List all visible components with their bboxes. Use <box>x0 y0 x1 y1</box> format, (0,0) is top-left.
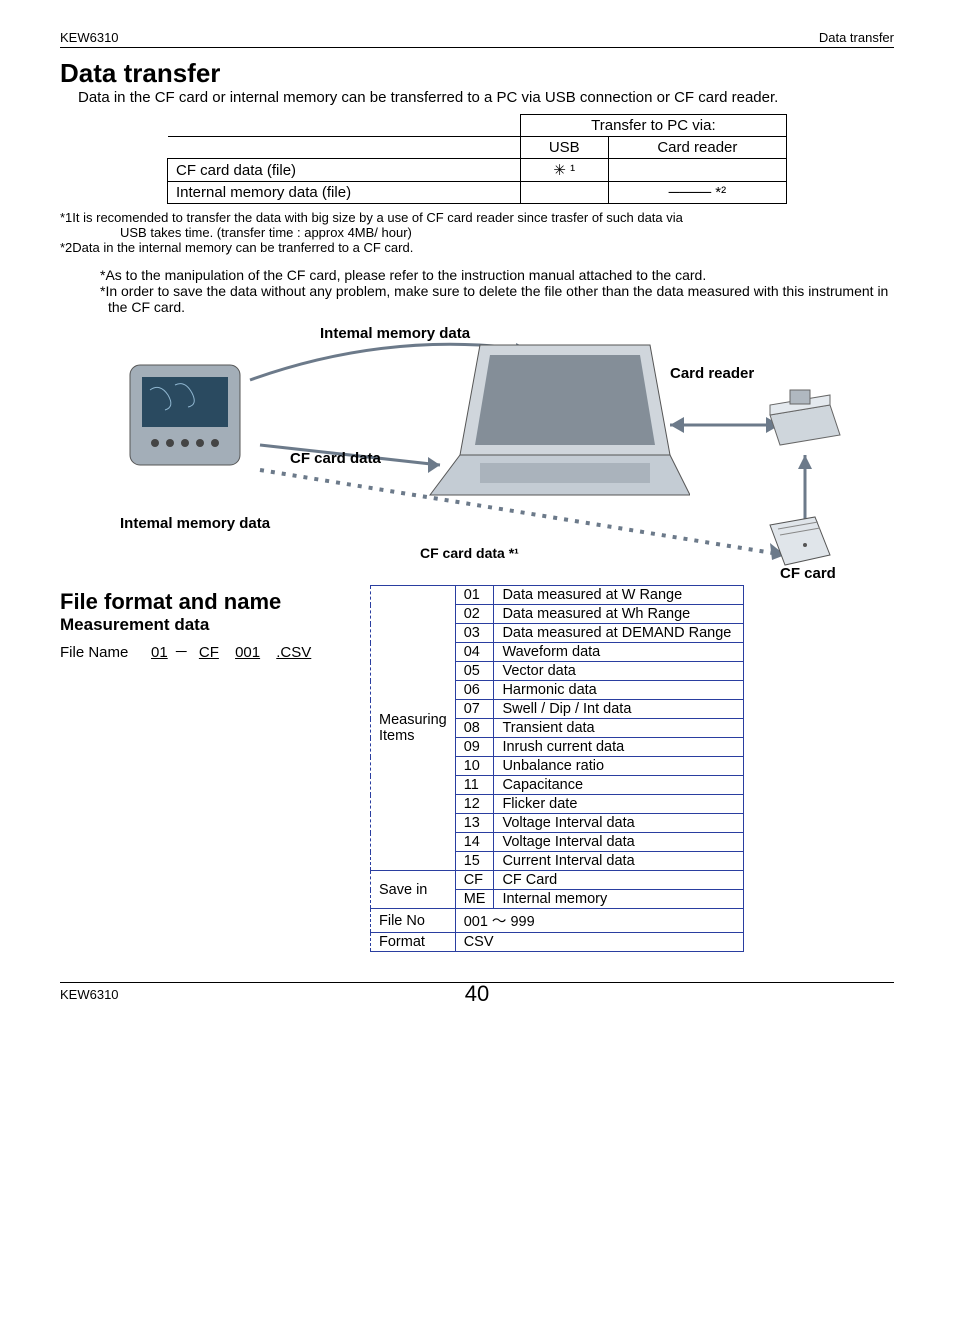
mi-03-code: 03 <box>455 624 494 643</box>
mi-12-code: 12 <box>455 795 494 814</box>
mi-11-desc: Capacitance <box>494 776 744 795</box>
mi-11-code: 11 <box>455 776 494 795</box>
fn-label: File Name <box>60 644 128 661</box>
mi-14-desc: Voltage Interval data <box>494 833 744 852</box>
row2-reader: ──── *² <box>608 182 786 204</box>
fileno-label: File No <box>371 909 456 933</box>
lbl-cfdata-bottom: CF card data *¹ <box>420 545 519 561</box>
file-format-heading: File format and name <box>60 589 350 615</box>
transfer-table: Transfer to PC via: USB Card reader CF c… <box>167 114 787 204</box>
fn-part3: 001 <box>235 644 260 661</box>
file-name-example: File Name 01－ CF 001 .CSV <box>60 641 350 662</box>
save-cf-desc: CF Card <box>494 871 744 890</box>
mi-15-desc: Current Interval data <box>494 852 744 871</box>
mi-03-desc: Data measured at DEMAND Range <box>494 624 744 643</box>
title: Data transfer <box>60 58 894 89</box>
mi-05-desc: Vector data <box>494 662 744 681</box>
measuring-items-table: Measuring Items 01 Data measured at W Ra… <box>370 585 744 952</box>
mi-07-desc: Swell / Dip / Int data <box>494 700 744 719</box>
page-header: KEW6310 Data transfer <box>60 30 894 48</box>
col-reader: Card reader <box>608 137 786 159</box>
fn-part1: 01 <box>151 644 168 661</box>
mi-01-desc: Data measured at W Range <box>494 586 744 605</box>
save-me-desc: Internal memory <box>494 890 744 909</box>
save-cf-code: CF <box>455 871 494 890</box>
fn-part2: CF <box>199 644 219 661</box>
card-reader-icon <box>760 385 850 455</box>
mi-15-code: 15 <box>455 852 494 871</box>
transfer-head: Transfer to PC via: <box>520 115 786 137</box>
mi-04-desc: Waveform data <box>494 643 744 662</box>
lbl-intmem-bottom: Intemal memory data <box>120 515 270 532</box>
fn-part4: .CSV <box>276 644 311 661</box>
page-number: 40 <box>465 981 489 1007</box>
mi-01-code: 01 <box>455 586 494 605</box>
lbl-cfdata: CF card data <box>290 450 381 467</box>
fileno-val: 001 ～ 999 <box>455 909 744 933</box>
mi-07-code: 07 <box>455 700 494 719</box>
mi-12-desc: Flicker date <box>494 795 744 814</box>
format-label: Format <box>371 933 456 952</box>
mi-09-desc: Inrush current data <box>494 738 744 757</box>
diagram: Intemal memory data CF card data Intemal… <box>60 325 894 585</box>
mi-13-desc: Voltage Interval data <box>494 814 744 833</box>
mi-08-desc: Transient data <box>494 719 744 738</box>
footer-left: KEW6310 <box>60 987 119 1002</box>
mi-09-code: 09 <box>455 738 494 757</box>
measurement-data-heading: Measurement data <box>60 615 350 635</box>
mi-14-code: 14 <box>455 833 494 852</box>
note1b: USB takes time. (transfer time : approx … <box>120 225 894 240</box>
noteB: *In order to save the data without any p… <box>100 283 894 315</box>
save-me-code: ME <box>455 890 494 909</box>
note2: *2Data in the internal memory can be tra… <box>60 240 894 255</box>
row1-reader <box>608 159 786 182</box>
lbl-intmem-top: Intemal memory data <box>320 325 470 342</box>
mi-10-desc: Unbalance ratio <box>494 757 744 776</box>
mi-13-code: 13 <box>455 814 494 833</box>
lbl-cardreader: Card reader <box>670 365 754 382</box>
header-right: Data transfer <box>819 30 894 45</box>
mi-02-desc: Data measured at Wh Range <box>494 605 744 624</box>
note1a: *1It is recomended to transfer the data … <box>60 210 894 225</box>
laptop-icon <box>410 335 690 515</box>
row1-usb: ✳ ¹ <box>520 159 608 182</box>
mi-10-code: 10 <box>455 757 494 776</box>
meter-icon <box>120 355 270 485</box>
page-footer: KEW6310 40 <box>60 982 894 1002</box>
lbl-cfcard: CF card <box>780 565 836 582</box>
meas-items-label: Measuring Items <box>371 586 456 871</box>
format-val: CSV <box>455 933 744 952</box>
row1-label: CF card data (file) <box>168 159 521 182</box>
header-left: KEW6310 <box>60 30 119 45</box>
intro-text: Data in the CF card or internal memory c… <box>78 89 894 106</box>
noteA: *As to the manipulation of the CF card, … <box>100 267 894 283</box>
mi-05-code: 05 <box>455 662 494 681</box>
mi-04-code: 04 <box>455 643 494 662</box>
mi-06-code: 06 <box>455 681 494 700</box>
row2-usb <box>520 182 608 204</box>
mi-08-code: 08 <box>455 719 494 738</box>
mi-06-desc: Harmonic data <box>494 681 744 700</box>
mi-02-code: 02 <box>455 605 494 624</box>
row2-label: Internal memory data (file) <box>168 182 521 204</box>
col-usb: USB <box>520 137 608 159</box>
save-in-label: Save in <box>371 871 456 909</box>
